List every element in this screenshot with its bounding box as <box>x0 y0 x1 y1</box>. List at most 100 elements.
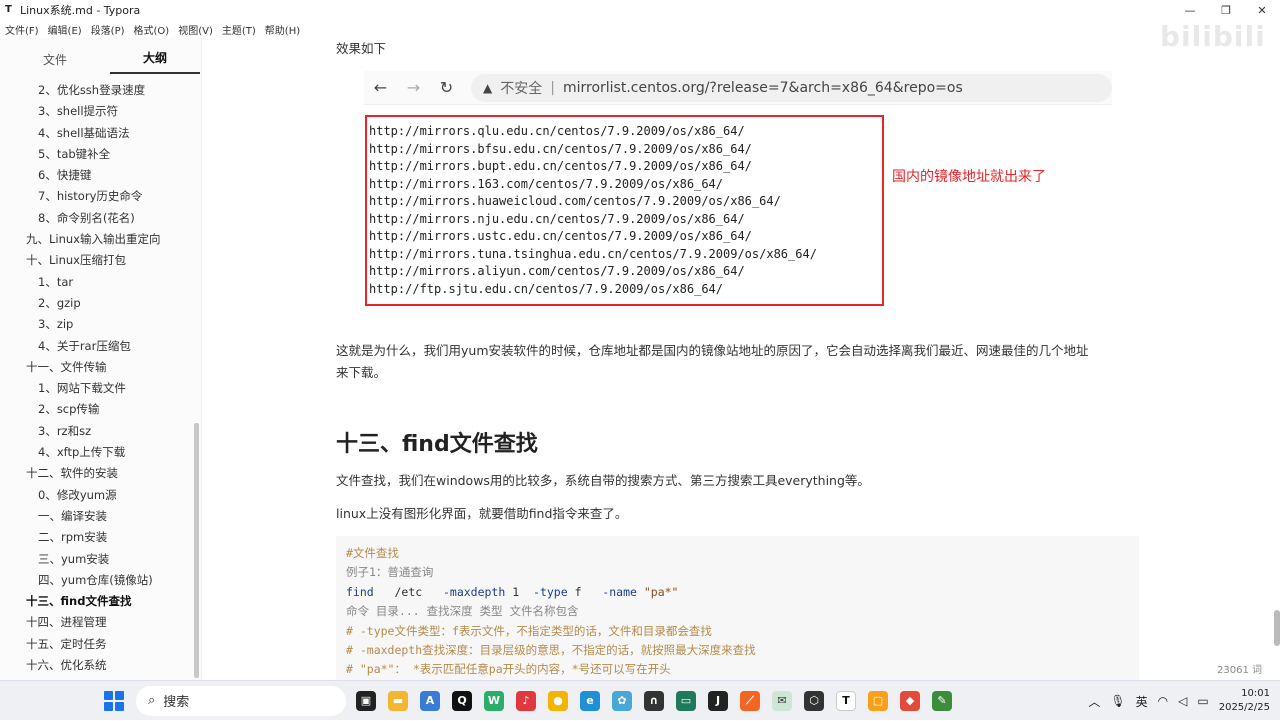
mirror-list-box: http://mirrors.qlu.edu.cn/centos/7.9.200… <box>365 115 884 306</box>
code-opt-maxdepth: -maxdepth <box>442 584 506 599</box>
outline-item[interactable]: 3、zip <box>0 314 196 335</box>
outline-item[interactable]: 4、xftp上传下载 <box>0 442 196 463</box>
menu-format[interactable]: 格式(O) <box>134 22 170 37</box>
file-explorer-icon[interactable]: ▬ <box>388 690 408 711</box>
outline-item[interactable]: 十三、find文件查找 <box>0 591 196 612</box>
outline-item[interactable]: 1、tar <box>0 272 196 293</box>
close-icon[interactable]: ✕ <box>1244 0 1280 20</box>
code-opt-name: -name <box>602 584 637 599</box>
translate-app-icon[interactable]: A <box>420 690 440 711</box>
vmware-icon[interactable]: ▢ <box>868 690 888 711</box>
sidebar-scrollbar[interactable] <box>194 423 199 678</box>
paragraph-1: 文件查找，我们在windows用的比较多，系统自带的搜索方式、第三方搜索工具ev… <box>336 473 870 488</box>
outline-item[interactable]: 0、修改yum源 <box>0 485 196 506</box>
outline-item[interactable]: 十五、定时任务 <box>0 634 196 655</box>
outline-item[interactable]: 十二、软件的安装 <box>0 463 196 484</box>
tab-files[interactable]: 文件 <box>10 51 100 74</box>
outline-item[interactable]: 四、yum仓库(镜像站) <box>0 570 196 591</box>
jetbrains-icon[interactable]: J <box>708 690 728 711</box>
menu-view[interactable]: 视图(V) <box>178 22 213 37</box>
code-block[interactable]: #文件查找 例子1：普通查询 find /etc -maxdepth 1 -ty… <box>336 536 1139 680</box>
notepad-icon[interactable]: ✎ <box>932 690 952 711</box>
address-separator: | <box>550 79 555 96</box>
outline-item[interactable]: 2、scp传输 <box>0 399 196 420</box>
minimize-icon[interactable]: — <box>1172 0 1208 20</box>
address-bar: ▲ 不安全 | mirrorlist.centos.org/?release=7… <box>471 73 1112 102</box>
tab-outline[interactable]: 大纲 <box>110 49 200 74</box>
clock-date: 2025/2/25 <box>1218 702 1270 713</box>
unity-icon[interactable]: ⬡ <box>804 690 824 711</box>
paragraph-2: linux上没有图形化界面，就要借助find指令来查了。 <box>336 506 628 521</box>
mirror-url-line: http://mirrors.qlu.edu.cn/centos/7.9.200… <box>369 124 745 138</box>
code-line-1: #文件查找 <box>346 546 399 560</box>
outline-item[interactable]: 2、优化ssh登录速度 <box>0 80 196 101</box>
outline-item[interactable]: 1、网站下载文件 <box>0 378 196 399</box>
editor-scrollbar[interactable] <box>1274 610 1280 646</box>
clock[interactable]: 10:01 2025/2/25 <box>1219 687 1270 715</box>
menu-paragraph[interactable]: 段落(P) <box>91 22 125 37</box>
system-tray: ︿ 🎙 英 ◠ ◁ ▭ 10:01 2025/2/25 <box>1088 681 1270 721</box>
outline-item[interactable]: 6、快捷键 <box>0 165 196 186</box>
taskbar: ⌕ 搜索 ▣ ▬ A Q W ♪ ● e ✿ ∩ ▭ J ⟋ ✉ ⬡ T ▢ ◆… <box>0 680 1280 720</box>
search-icon: ⌕ <box>148 693 156 708</box>
outline-item[interactable]: 3、rz和sz <box>0 421 196 442</box>
insecure-label: 不安全 <box>500 80 543 97</box>
outline-item[interactable]: 十四、进程管理 <box>0 612 196 633</box>
outline-item[interactable]: 九、Linux输入输出重定向 <box>0 229 196 250</box>
mirror-url-line: http://mirrors.huaweicloud.com/centos/7.… <box>369 194 781 208</box>
outline-item[interactable]: 4、关于rar压缩包 <box>0 336 196 357</box>
outline-item[interactable]: 8、命令别名(花名) <box>0 208 196 229</box>
battery-icon[interactable]: ▭ <box>1197 694 1208 708</box>
outline-item[interactable]: 三、yum安装 <box>0 549 196 570</box>
task-view-icon[interactable]: ▣ <box>356 690 376 711</box>
outline-item[interactable]: 7、history历史命令 <box>0 186 196 207</box>
outline-item[interactable]: 十六、优化系统 <box>0 655 196 676</box>
sidebar: 文件 大纲 2、优化ssh登录速度 3、shell提示符 4、shell基础语法 5、… <box>0 38 202 680</box>
taskbar-search[interactable]: ⌕ 搜索 <box>136 685 346 716</box>
outline-list: 2、优化ssh登录速度 3、shell提示符 4、shell基础语法 5、tab键补全… <box>0 80 196 676</box>
mirror-url-line: http://mirrors.bupt.edu.cn/centos/7.9.20… <box>369 159 752 173</box>
maximize-icon[interactable]: ❐ <box>1208 0 1244 20</box>
outline-item[interactable]: 一、编译安装 <box>0 506 196 527</box>
terminal-app-icon[interactable]: ▭ <box>676 690 696 711</box>
mirror-annotation: 国内的镜像地址就出来了 <box>892 169 1046 185</box>
chrome-icon[interactable]: ● <box>548 690 568 711</box>
input-method-indicator[interactable]: 英 <box>1136 693 1148 710</box>
sidebar-tabs: 文件 大纲 <box>0 38 201 74</box>
xftp-icon[interactable]: ⟋ <box>740 690 760 711</box>
menu-theme[interactable]: 主题(T) <box>222 22 256 37</box>
code-name-value: "pa*" <box>643 584 679 599</box>
outline-item[interactable]: 十、Linux压缩打包 <box>0 250 196 271</box>
outline-item[interactable]: 3、shell提示符 <box>0 101 196 122</box>
outline-item[interactable]: 4、shell基础语法 <box>0 123 196 144</box>
wifi-icon[interactable]: ◠ <box>1158 694 1168 708</box>
xshell-icon[interactable]: ◆ <box>900 690 920 711</box>
headphone-app-icon[interactable]: ∩ <box>644 690 664 711</box>
qq-icon[interactable]: Q <box>452 690 472 711</box>
outline-item[interactable]: 2、gzip <box>0 293 196 314</box>
outline-item[interactable]: 十一、文件传输 <box>0 357 196 378</box>
back-arrow-icon: ← <box>373 78 388 97</box>
wechat-icon[interactable]: W <box>484 690 504 711</box>
code-depth-value: 1 <box>512 584 520 599</box>
editor-area: 效果如下 ← → ↻ ▲ 不安全 | mirrorlist.centos.org… <box>202 38 1280 680</box>
menu-help[interactable]: 帮助(H) <box>265 22 300 37</box>
title-bar: T Linux系统.md - Typora — ❐ ✕ <box>0 0 1280 20</box>
wechat-work-icon[interactable]: ✉ <box>772 690 792 711</box>
menu-file[interactable]: 文件(F) <box>5 22 39 37</box>
word-count[interactable]: 23061 词 <box>1217 661 1262 676</box>
typora-icon[interactable]: T <box>836 690 856 711</box>
edge-icon[interactable]: e <box>580 690 600 711</box>
mirror-url-line: http://mirrors.tuna.tsinghua.edu.cn/cent… <box>369 246 817 261</box>
app-gear-icon[interactable]: ✿ <box>612 690 632 711</box>
chevron-up-icon[interactable]: ︿ <box>1088 693 1100 710</box>
netease-music-icon[interactable]: ♪ <box>516 690 536 711</box>
mirror-url-line: http://mirrors.163.com/centos/7.9.2009/o… <box>369 176 724 191</box>
outline-item[interactable]: 二、rpm安装 <box>0 527 196 548</box>
microphone-icon[interactable]: 🎙 <box>1110 694 1125 708</box>
search-placeholder: 搜索 <box>163 695 190 710</box>
volume-icon[interactable]: ◁ <box>1178 694 1187 708</box>
outline-item[interactable]: 5、tab键补全 <box>0 144 196 165</box>
windows-start-icon[interactable] <box>104 690 124 711</box>
menu-edit[interactable]: 编辑(E) <box>48 22 82 37</box>
